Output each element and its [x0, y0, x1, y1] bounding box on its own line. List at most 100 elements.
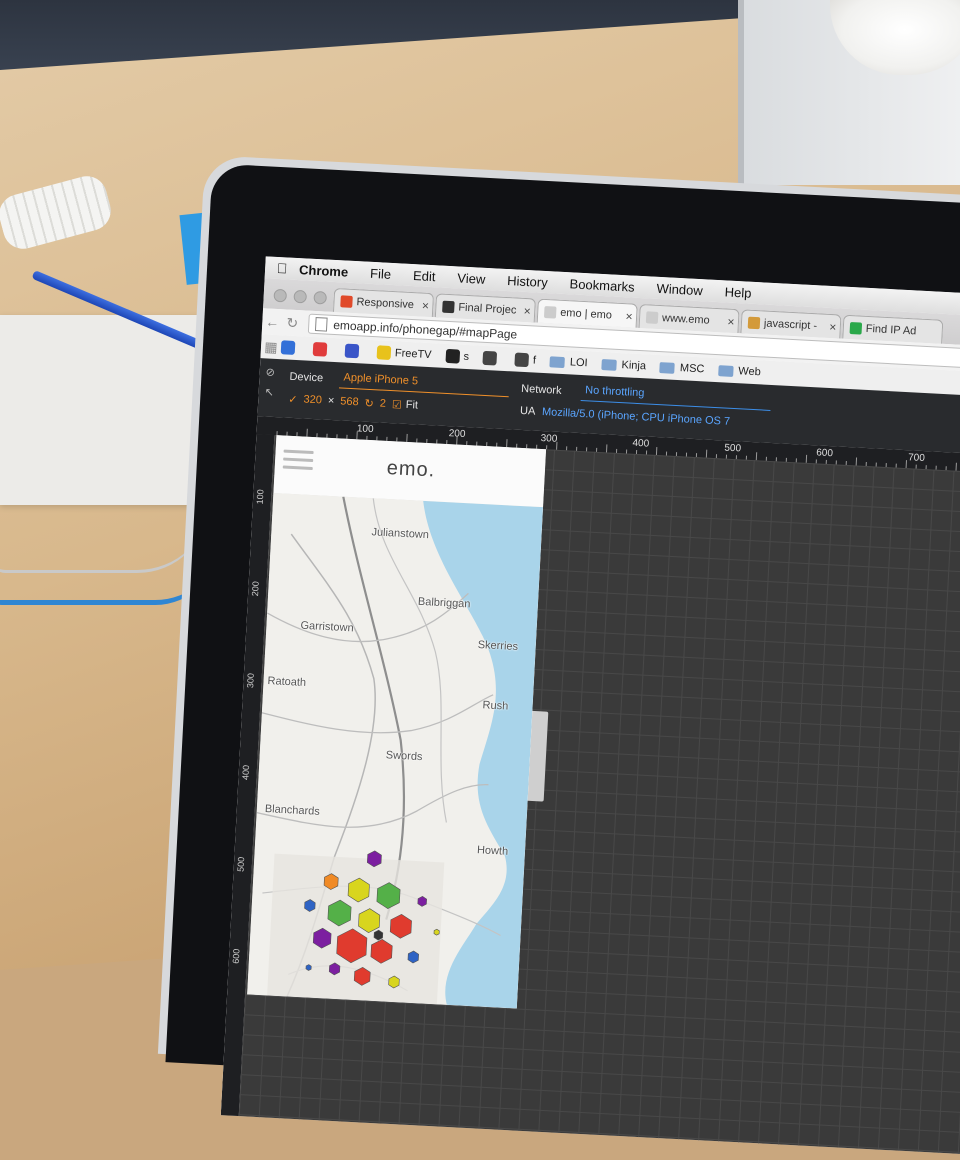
folder-icon: [659, 361, 676, 374]
dpr-input[interactable]: 2: [380, 397, 387, 409]
bookmark-item[interactable]: [482, 350, 502, 366]
bookmark-folder[interactable]: Kinja: [601, 358, 646, 372]
reload-icon[interactable]: ↻: [282, 314, 303, 332]
ruler-mark: [705, 449, 708, 458]
place-label: Howth: [476, 844, 509, 858]
ruler-mark: [506, 439, 508, 448]
pointer-icon[interactable]: ↖: [264, 382, 274, 402]
close-window-button[interactable]: [273, 288, 288, 303]
bookmark-label: s: [463, 350, 470, 364]
close-tab-icon[interactable]: ×: [724, 314, 739, 329]
ruler-mark: [406, 433, 408, 442]
network-settings: Network No throttling UA Mozilla/5.0 (iP…: [519, 378, 772, 435]
tab-title: www.emo: [661, 311, 711, 327]
menu-window[interactable]: Window: [656, 280, 703, 297]
folder-icon: [601, 358, 617, 371]
bookmark-item[interactable]: f: [514, 352, 537, 368]
bookmark-item[interactable]: s: [445, 348, 470, 364]
height-input[interactable]: 568: [340, 395, 359, 408]
bookmark-favicon-icon: [482, 350, 498, 366]
favicon-icon: [747, 316, 761, 329]
ruler-mark: [605, 444, 608, 453]
page-icon: [314, 317, 328, 332]
ua-label: UA: [519, 404, 536, 418]
fit-check-icon[interactable]: ☑: [392, 398, 403, 412]
menu-file[interactable]: File: [370, 265, 392, 281]
hamburger-menu-icon[interactable]: [282, 449, 314, 476]
close-tab-icon[interactable]: ×: [622, 309, 637, 324]
ruler-tick-label: 400: [632, 437, 650, 450]
apps-icon[interactable]: ▦: [261, 338, 282, 356]
place-label: Rush: [482, 699, 509, 713]
minimize-window-button[interactable]: [293, 289, 308, 304]
bookmark-folder-label: MSC: [679, 362, 705, 376]
window-controls: [273, 288, 328, 305]
url-text: emoapp.info/phonegap/#mapPage: [332, 317, 518, 342]
apple-icon[interactable]: : [265, 259, 300, 277]
favicon-icon: [849, 321, 863, 335]
menu-edit[interactable]: Edit: [413, 268, 436, 284]
bookmark-favicon-icon: [312, 341, 328, 357]
fit-label: Fit: [405, 398, 419, 412]
emotion-hexbin[interactable]: [305, 964, 312, 971]
laptop-screen:  Chrome File Edit View History Bookmark…: [220, 256, 960, 1160]
road: [266, 592, 469, 643]
swap-dimensions-icon[interactable]: ↻: [364, 396, 374, 409]
bookmark-favicon-icon: [280, 340, 296, 355]
app-title: emo.: [386, 456, 436, 482]
laptop-bezel:  Chrome File Edit View History Bookmark…: [165, 163, 960, 1160]
bookmark-favicon-icon: [344, 343, 360, 359]
resolution-check-icon[interactable]: ✓: [288, 392, 298, 405]
menu-bookmarks[interactable]: Bookmarks: [569, 276, 635, 294]
ruler-tick-label: 500: [724, 442, 742, 455]
width-input[interactable]: 320: [303, 394, 322, 407]
bookmark-folder-label: Kinja: [621, 359, 647, 373]
back-arrow-icon[interactable]: ←: [262, 313, 283, 330]
menu-history[interactable]: History: [507, 273, 548, 290]
ruler-tick-label: 500: [235, 856, 247, 873]
menu-chrome[interactable]: Chrome: [299, 262, 349, 280]
device-settings: Device Apple iPhone 5 ✓ 320 × 568 ↻ 2 ☑ …: [288, 366, 510, 421]
close-tab-icon[interactable]: ×: [826, 319, 841, 334]
close-tab-icon[interactable]: ×: [520, 303, 535, 318]
bookmark-favicon-icon: [445, 348, 460, 364]
bookmark-item[interactable]: [312, 341, 332, 357]
ruler-mark: [855, 457, 858, 466]
folder-icon: [718, 364, 734, 377]
bookmark-item[interactable]: FreeTV: [376, 345, 432, 362]
ruler-tick-label: 100: [356, 423, 374, 436]
device-label: Device: [289, 370, 324, 385]
ruler-tick-label: 600: [815, 447, 834, 460]
bookmark-item[interactable]: [280, 340, 300, 355]
bookmark-favicon-icon: [514, 352, 530, 368]
tab-title: javascript -: [763, 316, 818, 332]
place-label: Swords: [385, 749, 423, 764]
no-entry-icon[interactable]: ⊘: [265, 362, 275, 382]
place-label: Skerries: [477, 638, 519, 654]
ruler-tick-label: 200: [448, 428, 466, 441]
bookmark-folder[interactable]: LOI: [549, 355, 588, 369]
ruler-tick-label: 400: [240, 764, 252, 781]
user-agent-input[interactable]: Mozilla/5.0 (iPhone; CPU iPhone OS 7: [542, 406, 731, 428]
bookmark-item[interactable]: [344, 343, 364, 359]
ruler-tick-label: 600: [230, 948, 242, 964]
place-label: Ratoath: [267, 675, 307, 690]
close-tab-icon[interactable]: [928, 332, 942, 333]
ruler-mark: [655, 447, 658, 456]
zoom-window-button[interactable]: [313, 290, 328, 305]
menu-help[interactable]: Help: [724, 284, 751, 300]
bookmark-folder[interactable]: Web: [718, 364, 761, 378]
emulated-phone-page: emo. Julianstown Balbriggan Skerries Gar…: [247, 435, 547, 1009]
bookmark-folder-label: Web: [738, 365, 762, 379]
ruler-mark: [805, 454, 808, 463]
paper-sheet: [0, 315, 210, 505]
bookmark-folder[interactable]: MSC: [659, 361, 705, 376]
ruler-mark: [306, 428, 308, 437]
close-tab-icon[interactable]: ×: [418, 298, 433, 313]
ruler-mark: [905, 460, 907, 469]
emotion-hexbin[interactable]: [433, 928, 440, 936]
bookmark-label: f: [532, 354, 537, 367]
map-view[interactable]: Julianstown Balbriggan Skerries Garristo…: [247, 493, 544, 1009]
devtools-side-icons: ⊘ ↖: [264, 362, 275, 402]
menu-view[interactable]: View: [457, 270, 486, 286]
